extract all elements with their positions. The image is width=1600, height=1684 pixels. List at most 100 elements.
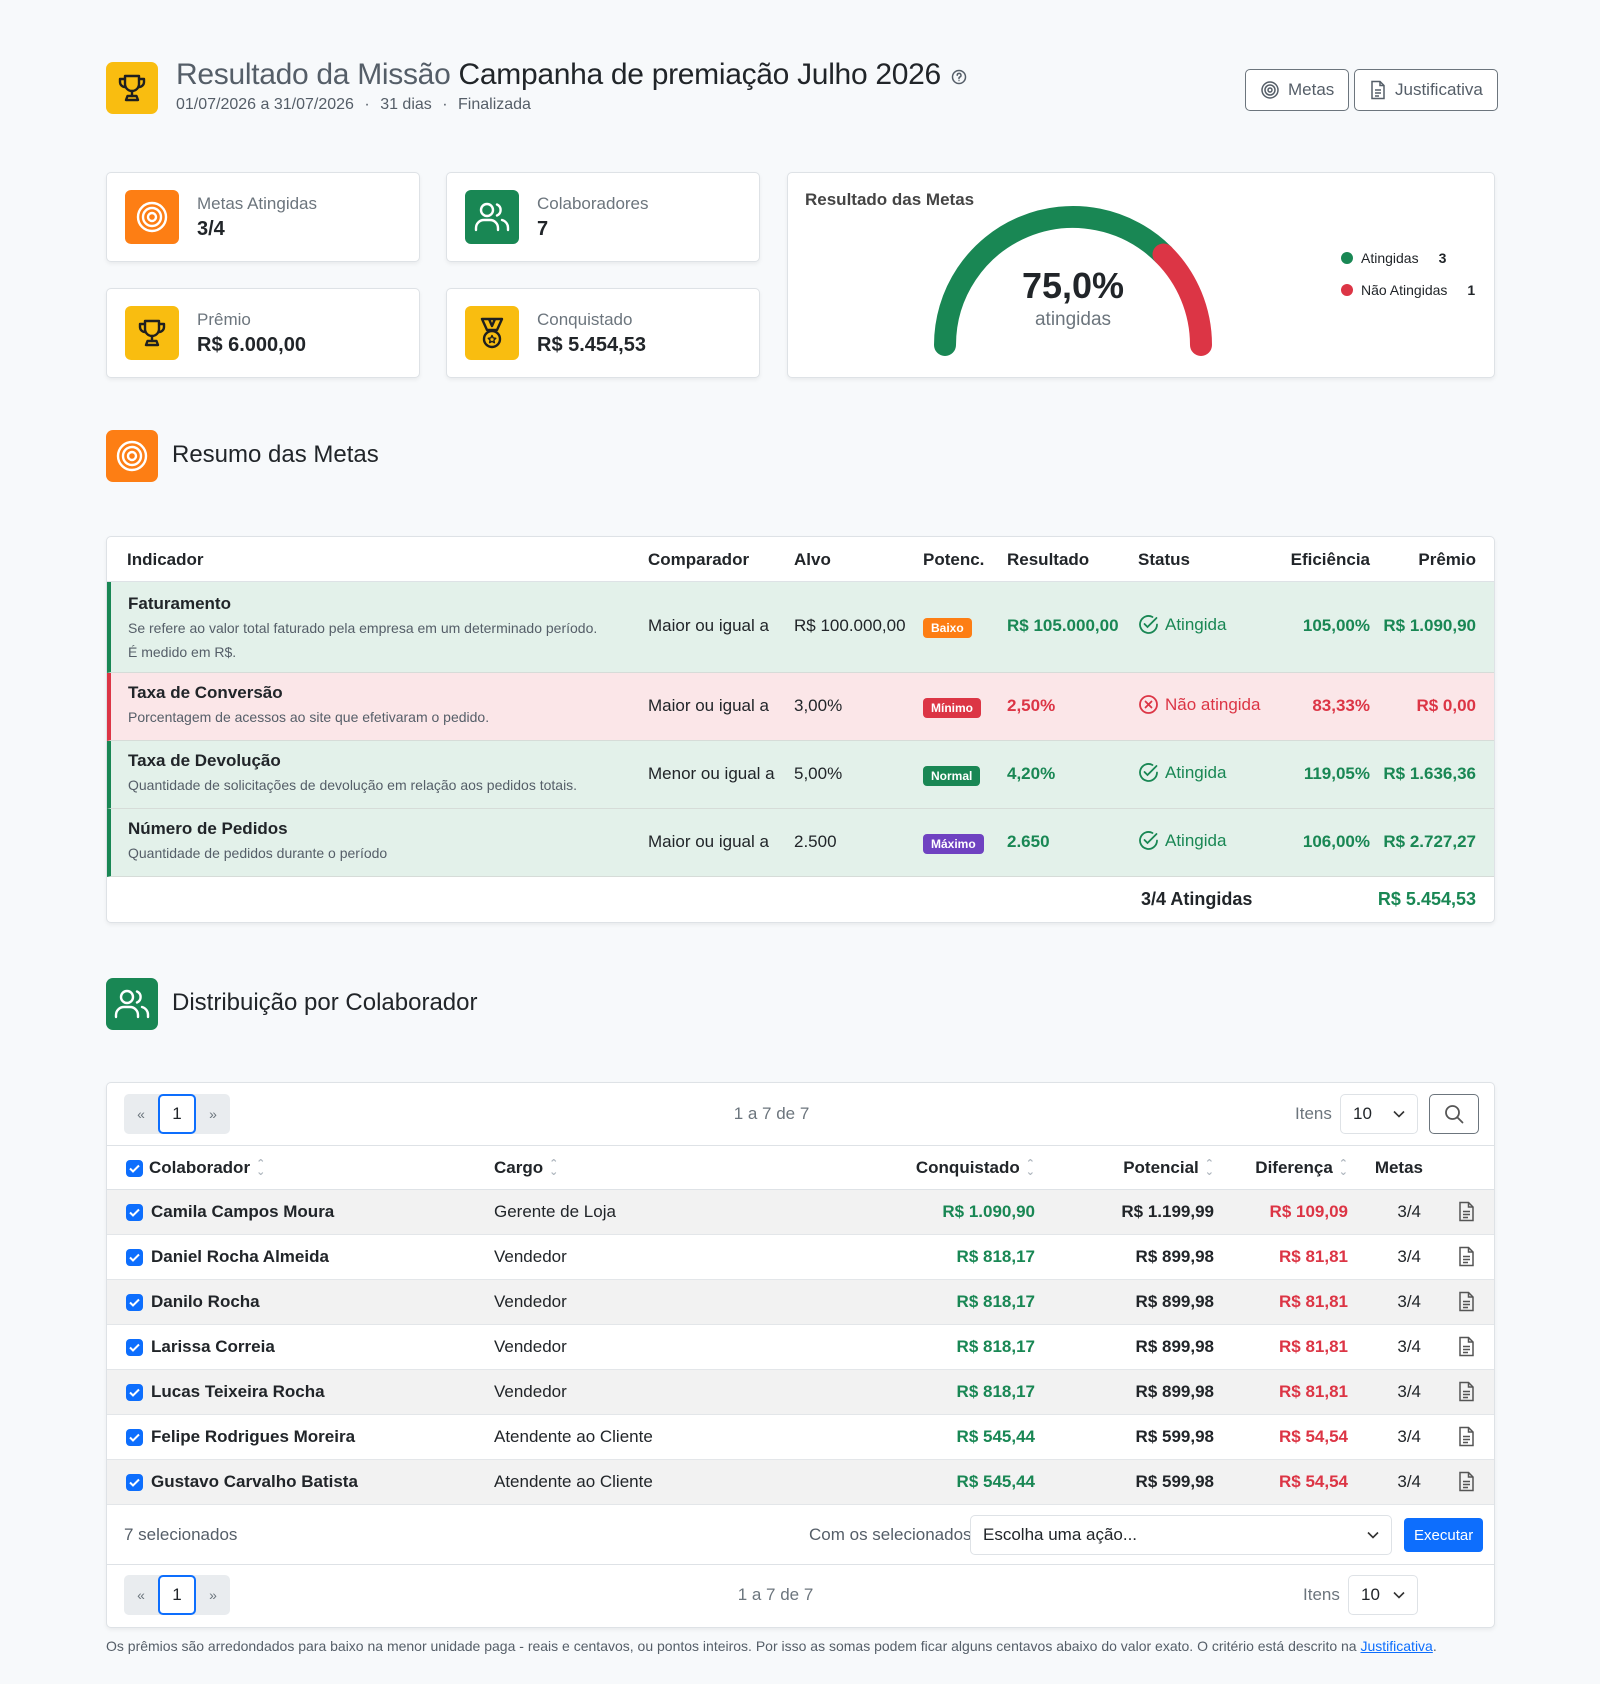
legend-dot-nao-atingidas [1341, 284, 1353, 296]
collab-pager-bottom: « 1 » 1 a 7 de 7 Itens 10 [107, 1565, 1494, 1625]
gauge-caption: atingidas [1034, 309, 1112, 330]
kpi-premio: Prêmio R$ 6.000,00 [106, 288, 420, 378]
row-checkbox[interactable] [126, 1473, 143, 1491]
collab-metas: 3/4 [1397, 1337, 1421, 1356]
selection-bar: 7 selecionados Com os selecionados: Esco… [107, 1505, 1494, 1565]
collab-conquistado: R$ 818,17 [956, 1337, 1035, 1356]
sort-icon[interactable]: ⌃ ⌄ [1205, 1159, 1214, 1178]
collab-metas: 3/4 [1397, 1382, 1421, 1401]
metas-button[interactable]: Metas [1245, 69, 1350, 111]
table-row: Daniel Rocha Almeida Vendedor R$ 818,17 R$ … [107, 1235, 1494, 1280]
justificativa-button[interactable]: Justificativa [1354, 69, 1498, 111]
potenc-badge: Mínimo [923, 698, 981, 718]
trophy-icon [125, 306, 179, 360]
collab-conquistado: R$ 545,44 [956, 1427, 1035, 1446]
collab-potencial: R$ 1.199,99 [1121, 1202, 1214, 1221]
sort-potencial[interactable]: Potencial [1123, 1158, 1199, 1178]
medal-icon [465, 306, 519, 360]
kpi-metas-atingidas: Metas Atingidas 3/4 [106, 172, 420, 262]
sort-icon[interactable]: ⌃ ⌄ [549, 1159, 558, 1178]
row-checkbox[interactable] [126, 1338, 143, 1356]
target-icon [106, 430, 158, 482]
execute-button[interactable]: Executar [1404, 1518, 1484, 1552]
footnote: Os prêmios são arredondados para baixo n… [106, 1638, 1437, 1654]
collab-metas: 3/4 [1397, 1472, 1421, 1491]
goal-row-numero-pedidos: Número de Pedidos Quantidade de pedidos … [107, 809, 1494, 877]
collab-diferenca: R$ 81,81 [1279, 1337, 1348, 1356]
collab-metas: 3/4 [1397, 1427, 1421, 1446]
kpi-conquistado: Conquistado R$ 5.454,53 [446, 288, 760, 378]
table-row: Danilo Rocha Vendedor R$ 818,17 R$ 899,98 R$… [107, 1280, 1494, 1325]
collab-name: Felipe Rodrigues Moreira [151, 1427, 356, 1446]
row-checkbox[interactable] [126, 1428, 143, 1446]
sort-icon[interactable]: ⌃ ⌄ [256, 1159, 265, 1178]
sort-icon[interactable]: ⌃ ⌄ [1339, 1159, 1348, 1178]
mission-period: 01/07/2026 a 31/07/2026 [176, 96, 354, 113]
collab-name: Daniel Rocha Almeida [151, 1247, 329, 1266]
collab-diferenca: R$ 54,54 [1279, 1472, 1348, 1491]
collab-potencial: R$ 899,98 [1135, 1247, 1214, 1266]
table-row: Gustavo Carvalho Batista Atendente ao Cli… [107, 1460, 1494, 1505]
collab-cargo: Atendente ao Cliente [494, 1472, 653, 1491]
collab-cargo: Vendedor [494, 1382, 567, 1401]
document-icon [1371, 80, 1385, 100]
mission-days: 31 dias [380, 96, 432, 113]
row-checkbox[interactable] [126, 1248, 143, 1266]
kpi-metas-value: 3/4 [197, 217, 225, 240]
collab-metas: 3/4 [1397, 1292, 1421, 1311]
document-icon[interactable] [1458, 1246, 1475, 1272]
row-checkbox[interactable] [126, 1203, 143, 1221]
goals-table-header: Indicador Comparador Alvo Potenc. Result… [107, 537, 1494, 582]
mission-status: Finalizada [458, 96, 531, 113]
document-icon[interactable] [1458, 1336, 1475, 1362]
gauge-card: Resultado das Metas 75,0% atingidas Atin… [787, 172, 1495, 378]
kpi-conquistado-value: R$ 5.454,53 [537, 333, 646, 356]
mission-subtitle: 01/07/2026 a 31/07/2026 · 31 dias · Fina… [176, 96, 531, 113]
gauge-percent: 75,0% [1021, 265, 1125, 306]
collab-diferenca: R$ 81,81 [1279, 1382, 1348, 1401]
sort-icon[interactable]: ⌃ ⌄ [1026, 1159, 1035, 1178]
collab-name: Lucas Teixeira Rocha [151, 1382, 325, 1401]
search-button[interactable] [1429, 1094, 1479, 1134]
check-circle-icon [1139, 831, 1158, 850]
search-icon [1445, 1105, 1464, 1124]
document-icon[interactable] [1458, 1426, 1475, 1452]
sort-colaborador[interactable]: Colaborador [149, 1158, 250, 1178]
kpi-colab-value: 7 [537, 217, 549, 240]
goal-row-taxa-conversao: Taxa de Conversão Porcentagem de acessos… [107, 673, 1494, 741]
document-icon[interactable] [1458, 1291, 1475, 1317]
collab-cargo: Atendente ao Cliente [494, 1427, 653, 1446]
collab-diferenca: R$ 81,81 [1279, 1292, 1348, 1311]
itens-select[interactable]: 10 [1340, 1094, 1418, 1134]
users-icon [106, 978, 158, 1030]
collab-conquistado: R$ 818,17 [956, 1292, 1035, 1311]
mission-name: Campanha de premiação Julho 2026 [458, 58, 942, 91]
collab-potencial: R$ 899,98 [1135, 1337, 1214, 1356]
sort-cargo[interactable]: Cargo [494, 1158, 543, 1178]
help-icon[interactable] [951, 59, 967, 93]
select-all-checkbox[interactable] [126, 1159, 143, 1177]
range-text: 1 a 7 de 7 [733, 1104, 810, 1123]
chevron-down-icon [1393, 1591, 1405, 1599]
document-icon[interactable] [1458, 1381, 1475, 1407]
sort-diferenca[interactable]: Diferença [1255, 1158, 1332, 1178]
table-row: Felipe Rodrigues Moreira Atendente ao Cli… [107, 1415, 1494, 1460]
action-select[interactable]: Escolha uma ação... [970, 1515, 1392, 1555]
collab-pager-top: « 1 » 1 a 7 de 7 Itens 10 [107, 1083, 1494, 1145]
goals-footer-status: 3/4 Atingidas [1141, 889, 1253, 909]
goals-table: Indicador Comparador Alvo Potenc. Result… [106, 536, 1495, 923]
collab-name: Larissa Correia [151, 1337, 275, 1356]
justificativa-link[interactable]: Justificativa [1360, 1638, 1432, 1654]
itens-select[interactable]: 10 [1348, 1575, 1418, 1615]
legend-atingidas: Atingidas 3 [1341, 250, 1446, 266]
kpi-premio-value: R$ 6.000,00 [197, 333, 306, 356]
document-icon[interactable] [1458, 1471, 1475, 1497]
collab-potencial: R$ 599,98 [1135, 1427, 1214, 1446]
row-checkbox[interactable] [126, 1293, 143, 1311]
sort-conquistado[interactable]: Conquistado [916, 1158, 1020, 1178]
row-checkbox[interactable] [126, 1383, 143, 1401]
page-title: Resultado da Missão Campanha de premiaçã… [176, 58, 967, 93]
document-icon[interactable] [1458, 1201, 1475, 1227]
collab-conquistado: R$ 545,44 [956, 1472, 1035, 1491]
collab-name: Camila Campos Moura [151, 1202, 335, 1221]
